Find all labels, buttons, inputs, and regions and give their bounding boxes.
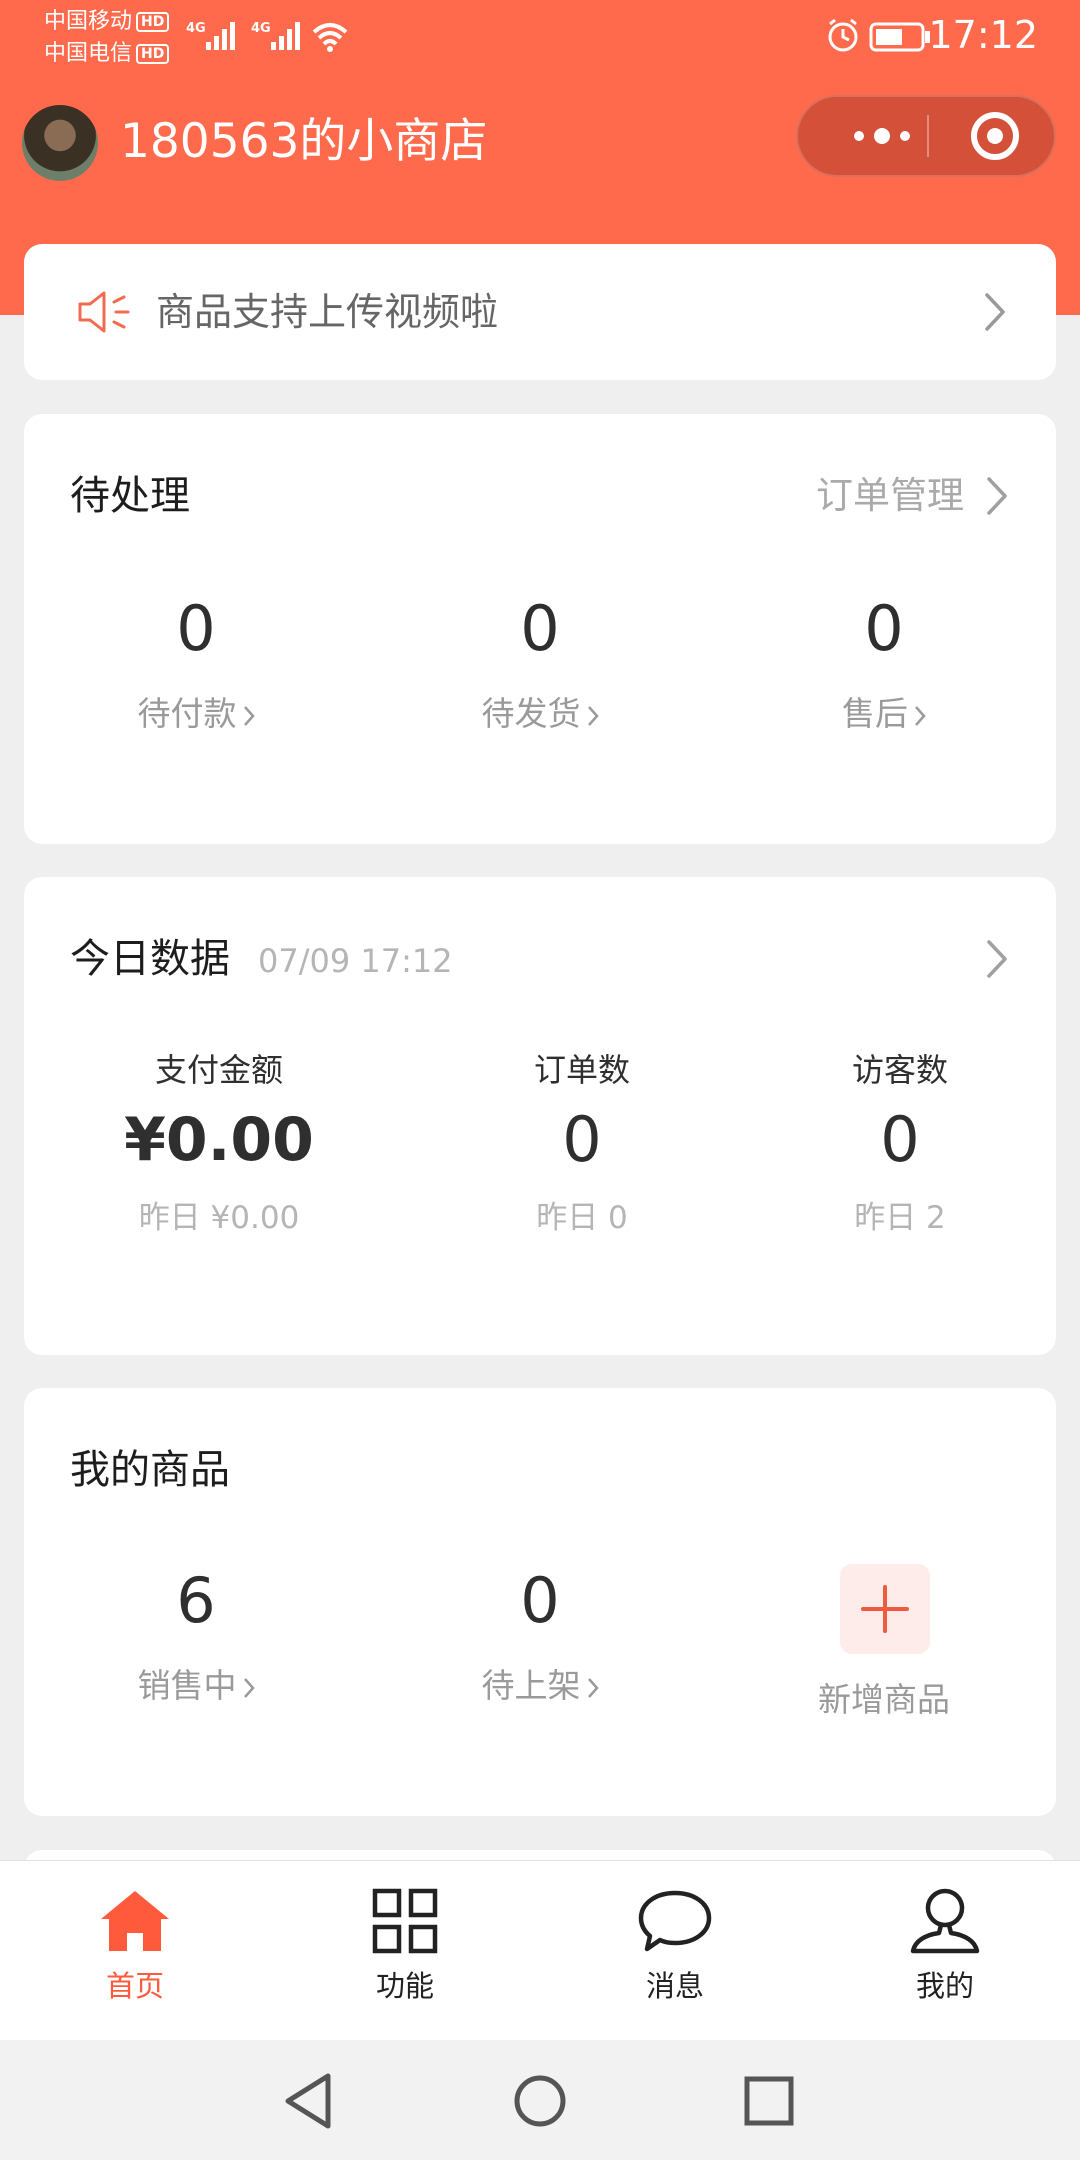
network-4g-label: 4G: [251, 21, 271, 36]
today-title: 今日数据: [70, 936, 230, 982]
after-sales-count: 0: [864, 592, 904, 665]
stat-visitor-count: 访客数 0 昨日 2: [740, 1047, 1060, 1241]
notice-text: 商品支持上传视频啦: [156, 290, 499, 334]
chevron-right-icon: [243, 705, 255, 726]
stat-label: 订单数: [533, 1051, 630, 1089]
my-products-card: 我的商品 6 销售中 0 待上架 新增商品: [24, 1388, 1056, 1816]
stat-label: 支付金额: [154, 1051, 283, 1089]
miniprogram-capsule: [796, 95, 1056, 177]
carrier-info: 中国移动 HD 中国电信 HD: [44, 6, 170, 70]
tab-label: 首页: [105, 1969, 164, 2003]
products-pending-listing[interactable]: 0 待上架: [368, 1566, 712, 1710]
avatar[interactable]: [22, 105, 98, 181]
capsule-divider: [927, 115, 929, 157]
status-time: 17:12: [928, 13, 1038, 57]
hd-badge: HD: [136, 44, 170, 64]
stat-value: 0: [880, 1103, 920, 1176]
chevron-right-icon: [243, 1677, 255, 1698]
bottom-tab-bar: 首页 功能 消息 我的: [0, 1860, 1080, 2041]
tab-home[interactable]: 首页: [0, 1881, 270, 2007]
stat-yesterday: 昨日 ¥0.00: [138, 1200, 300, 1236]
stat-label: 访客数: [851, 1051, 948, 1089]
stat-payment-amount: 支付金额 ¥0.00 昨日 ¥0.00: [24, 1047, 414, 1241]
shop-name: 180563的小商店: [120, 114, 488, 169]
today-data-card[interactable]: 今日数据 07/09 17:12 支付金额 ¥0.00 昨日 ¥0.00 订单数…: [24, 877, 1056, 1355]
system-nav-bar: [0, 2040, 1080, 2160]
pending-listing-label: 待上架: [481, 1666, 581, 1705]
pending-payment-label: 待付款: [137, 694, 237, 733]
chevron-right-icon: [987, 477, 1007, 515]
grid-icon: [372, 1888, 438, 1954]
chevron-right-icon: [915, 705, 926, 726]
after-sales-label: 售后: [842, 694, 908, 733]
person-icon: [910, 1888, 980, 1954]
tab-functions[interactable]: 功能: [270, 1881, 540, 2007]
on-sale-label: 销售中: [137, 1666, 237, 1705]
add-product-label[interactable]: 新增商品: [712, 1676, 1056, 1724]
battery-icon: [869, 22, 930, 52]
speaker-icon: [78, 291, 130, 333]
tab-label: 消息: [645, 1969, 704, 2003]
stat-yesterday: 昨日 0: [536, 1200, 628, 1236]
stat-value: 0: [562, 1103, 602, 1176]
notice-card[interactable]: 商品支持上传视频啦: [24, 244, 1056, 380]
home-icon: [101, 1891, 169, 1951]
add-product-label-wrap: 新增商品: [712, 1676, 1056, 1724]
network-4g-label: 4G: [186, 21, 206, 36]
products-on-sale[interactable]: 6 销售中: [24, 1566, 368, 1710]
pending-shipment-count: 0: [520, 592, 560, 665]
add-product-button[interactable]: [840, 1564, 930, 1654]
chevron-right-icon: [987, 940, 1007, 978]
carrier-2: 中国电信: [44, 41, 133, 66]
products-title: 我的商品: [70, 1447, 230, 1493]
stat-value: ¥0.00: [124, 1105, 314, 1175]
recents-icon[interactable]: [734, 2066, 804, 2136]
home-circle-icon[interactable]: [505, 2066, 575, 2136]
plus-icon: [861, 1585, 909, 1633]
chevron-right-icon: [985, 293, 1005, 331]
status-bar: 中国移动 HD 中国电信 HD 4G 4G 17:12: [0, 0, 1080, 72]
tab-label: 我的: [915, 1969, 974, 2003]
pending-listing-count: 0: [520, 1564, 560, 1637]
pending-title: 待处理: [70, 473, 190, 519]
back-icon[interactable]: [274, 2066, 344, 2136]
shop-header: 180563的小商店: [0, 95, 1080, 195]
on-sale-count: 6: [176, 1564, 216, 1637]
pending-card: 待处理 订单管理 0 待付款 0 待发货 0 售后: [24, 414, 1056, 844]
carrier-1: 中国移动: [44, 9, 133, 34]
pending-payment-count: 0: [176, 592, 216, 665]
pending-payment[interactable]: 0 待付款: [24, 594, 368, 738]
stat-yesterday: 昨日 2: [854, 1200, 946, 1236]
today-timestamp: 07/09 17:12: [258, 942, 453, 980]
chevron-right-icon: [587, 1677, 599, 1698]
pending-shipment[interactable]: 0 待发货: [368, 594, 712, 738]
chevron-right-icon: [587, 705, 599, 726]
more-icon[interactable]: [832, 97, 950, 175]
hd-badge: HD: [136, 12, 170, 32]
tab-messages[interactable]: 消息: [540, 1881, 810, 2007]
pending-shipment-label: 待发货: [481, 694, 581, 733]
close-target-icon[interactable]: [968, 109, 1022, 163]
signal-icon: 4G 4G: [186, 21, 348, 52]
alarm-battery-icons: [828, 18, 930, 52]
after-sales[interactable]: 0 售后: [712, 594, 1056, 738]
chat-icon: [638, 1890, 712, 1952]
tab-mine[interactable]: 我的: [810, 1881, 1080, 2007]
tab-label: 功能: [375, 1969, 434, 2003]
order-management-link[interactable]: 订单管理: [816, 468, 964, 524]
stat-order-count: 订单数 0 昨日 0: [422, 1047, 742, 1241]
